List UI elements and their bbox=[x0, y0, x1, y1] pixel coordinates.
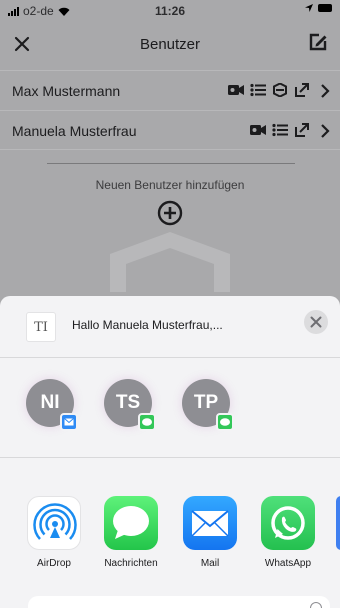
status-right bbox=[305, 4, 332, 12]
share-contacts-row: NI TS TP bbox=[0, 358, 340, 458]
messages-icon bbox=[104, 496, 158, 550]
contact-ts[interactable]: TS bbox=[104, 379, 156, 431]
share-icon bbox=[295, 83, 309, 97]
list-icon bbox=[272, 123, 288, 137]
close-share-button[interactable] bbox=[304, 310, 328, 334]
location-icon bbox=[305, 4, 313, 12]
camera-icon bbox=[228, 85, 244, 95]
close-icon bbox=[310, 316, 322, 328]
nav-bar: Benutzer bbox=[0, 28, 340, 64]
message-badge-icon bbox=[216, 413, 234, 431]
hexagon-icon bbox=[273, 83, 287, 97]
whatsapp-icon bbox=[261, 496, 315, 550]
edit-icon[interactable] bbox=[308, 32, 328, 52]
chevron-right-icon[interactable] bbox=[320, 84, 330, 98]
app-mail[interactable]: Mail bbox=[180, 496, 240, 569]
user-permission-icons bbox=[250, 123, 310, 137]
share-preview: TI Hallo Manuela Musterfrau,... bbox=[0, 296, 340, 358]
contact-ni[interactable]: NI bbox=[26, 379, 78, 431]
chevron-right-icon[interactable] bbox=[320, 124, 330, 138]
share-apps-row: AirDrop Nachrichten Mail WhatsApp bbox=[0, 458, 340, 578]
camera-icon bbox=[250, 125, 266, 135]
app-airdrop[interactable]: AirDrop bbox=[24, 496, 84, 569]
app-label: AirDrop bbox=[37, 558, 71, 569]
app-nachrichten[interactable]: Nachrichten bbox=[101, 496, 161, 569]
battery-icon bbox=[318, 4, 332, 12]
share-action-row[interactable] bbox=[28, 596, 330, 608]
clock: 11:26 bbox=[154, 4, 186, 18]
document-thumbnail: TI bbox=[26, 312, 56, 342]
page-title: Benutzer bbox=[139, 36, 201, 53]
app-label: WhatsApp bbox=[264, 558, 312, 569]
status-bar: o2-de 11:26 bbox=[0, 0, 340, 20]
mail-icon bbox=[183, 496, 237, 550]
list-icon bbox=[250, 83, 266, 97]
action-icon bbox=[310, 602, 322, 608]
add-user-button[interactable] bbox=[157, 200, 183, 226]
user-row-manuela[interactable]: Manuela Musterfrau bbox=[0, 110, 340, 150]
app-label: Nachrichten bbox=[104, 558, 158, 569]
mail-badge-icon bbox=[60, 413, 78, 431]
user-row-max[interactable]: Max Mustermann bbox=[0, 70, 340, 110]
contact-tp[interactable]: TP bbox=[182, 379, 234, 431]
app-label: Mail bbox=[200, 558, 220, 569]
user-name: Manuela Musterfrau bbox=[12, 123, 137, 139]
share-sheet: TI Hallo Manuela Musterfrau,... NI TS TP bbox=[0, 296, 340, 608]
share-preview-text: Hallo Manuela Musterfrau,... bbox=[72, 318, 223, 332]
divider bbox=[47, 163, 295, 164]
add-user-label: Neuen Benutzer hinzufügen bbox=[95, 178, 245, 192]
share-icon bbox=[295, 123, 309, 137]
message-badge-icon bbox=[138, 413, 156, 431]
user-name: Max Mustermann bbox=[12, 83, 121, 99]
user-permission-icons bbox=[228, 83, 310, 97]
house-watermark-icon bbox=[110, 232, 230, 292]
app-whatsapp[interactable]: WhatsApp bbox=[258, 496, 318, 569]
airdrop-icon bbox=[27, 496, 81, 550]
more-apps-edge-icon[interactable] bbox=[336, 496, 340, 550]
